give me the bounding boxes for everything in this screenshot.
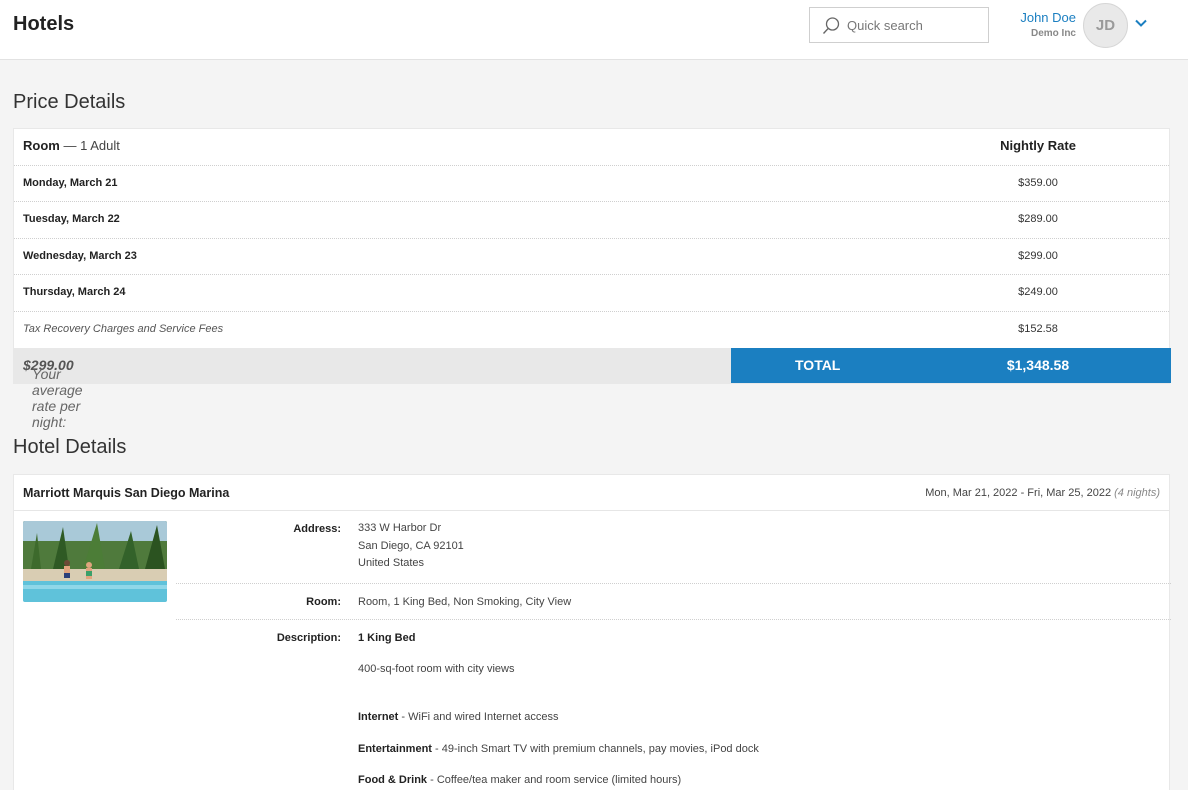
room-label: Room: (306, 596, 341, 608)
desc-size: 400-sq-foot room with city views (358, 663, 515, 675)
address-label: Address: (293, 523, 341, 535)
quick-search[interactable] (809, 7, 989, 43)
room-value: Room, 1 King Bed, Non Smoking, City View (358, 596, 572, 608)
app-title: Hotels (13, 13, 75, 35)
room-header: Room — 1 Adult (23, 138, 120, 153)
nightly-rate-header: Nightly Rate (1000, 138, 1076, 153)
feature-entertainment: Entertainment - 49-inch Smart TV with pr… (358, 743, 759, 755)
hotel-card: Marriott Marquis San Diego Marina Mon, M… (13, 474, 1171, 790)
price-table-header: Room — 1 Adult Nightly Rate (14, 129, 1169, 166)
room-row: Room: Room, 1 King Bed, Non Smoking, Cit… (176, 584, 1171, 620)
table-row: Monday, March 21 $359.00 (14, 166, 1169, 202)
address-value: 333 W Harbor Dr San Diego, CA 92101 Unit… (358, 522, 464, 569)
user-name[interactable]: John Doe (1020, 10, 1076, 25)
average-rate: Your average rate per night: $299.00 (14, 348, 731, 430)
fees-row: Tax Recovery Charges and Service Fees $1… (23, 322, 1058, 335)
table-row: Thursday, March 24 $249.00 (14, 275, 1169, 312)
chevron-down-icon[interactable] (1134, 16, 1148, 30)
hotel-name: Marriott Marquis San Diego Marina (23, 486, 230, 500)
description-label: Description: (276, 632, 341, 644)
table-row: Tuesday, March 22 $289.00 (14, 202, 1169, 239)
hotel-photo[interactable] (23, 521, 167, 602)
desc-bed: 1 King Bed (358, 632, 416, 644)
feature-internet: Internet - WiFi and wired Internet acces… (358, 711, 559, 723)
hotel-header: Marriott Marquis San Diego Marina Mon, M… (14, 475, 1169, 511)
top-bar: Hotels John Doe Demo Inc JD (0, 0, 1188, 60)
search-input[interactable] (847, 16, 983, 34)
avatar[interactable]: JD (1083, 3, 1128, 48)
total-banner: TOTAL $1,348.58 (731, 348, 1171, 383)
description-row: Description: 1 King Bed 400-sq-foot room… (176, 620, 1171, 790)
total-value: $1,348.58 (1006, 357, 1070, 373)
user-org: Demo Inc (1030, 28, 1076, 39)
hotel-details-title: Hotel Details (13, 436, 127, 458)
price-details-title: Price Details (13, 91, 126, 113)
stay-dates: Mon, Mar 21, 2022 - Fri, Mar 25, 2022 (4… (925, 487, 1160, 499)
address-row: Address: 333 W Harbor Dr San Diego, CA 9… (176, 511, 1171, 584)
table-row: Wednesday, March 23 $299.00 (14, 239, 1169, 275)
total-row: Your average rate per night: $299.00 TOT… (14, 348, 1171, 430)
total-label: TOTAL (795, 357, 841, 373)
price-table: Room — 1 Adult Nightly Rate Monday, Marc… (13, 128, 1171, 430)
feature-food-drink: Food & Drink - Coffee/tea maker and room… (358, 774, 682, 786)
search-icon (822, 17, 840, 34)
